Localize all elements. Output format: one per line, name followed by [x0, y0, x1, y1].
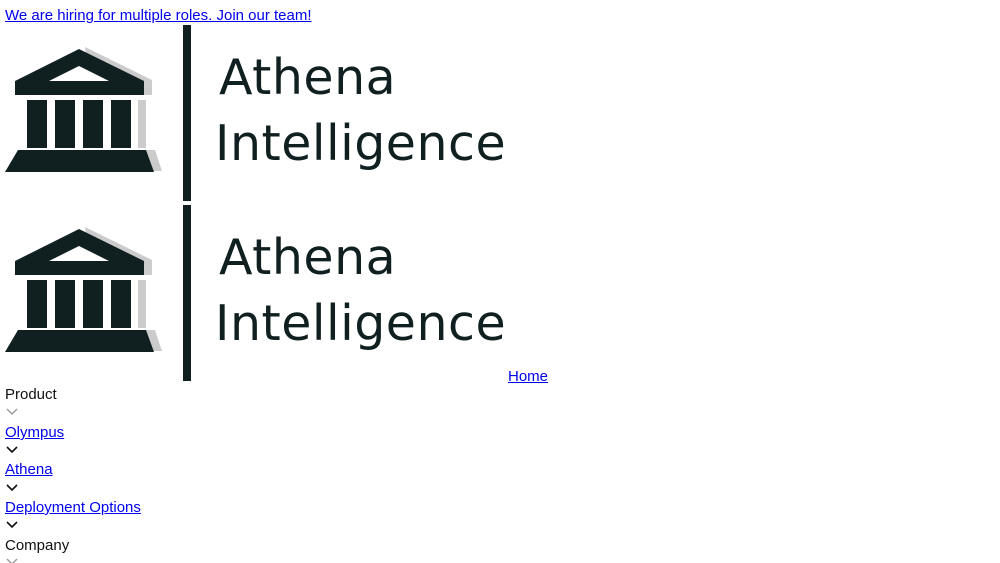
site-logo-secondary[interactable]: Athena Intelligence [5, 205, 507, 381]
nav-athena-link[interactable]: Athena [5, 461, 53, 479]
nav-olympus-link[interactable]: Olympus [5, 424, 64, 442]
logo-text-line1: Athena [219, 49, 397, 106]
nav-company[interactable]: Company [5, 537, 69, 555]
chevron-down-icon[interactable] [6, 521, 18, 529]
logo-text-line1: Athena [219, 229, 397, 286]
nav-home-link[interactable]: Home [508, 368, 548, 386]
nav-deployment-options-link[interactable]: Deployment Options [5, 499, 141, 517]
chevron-down-icon[interactable] [6, 484, 18, 492]
chevron-down-icon[interactable] [6, 408, 18, 416]
page: We are hiring for multiple roles. Join o… [0, 0, 1000, 563]
temple-icon [5, 25, 191, 201]
site-logo[interactable]: Athena Intelligence [5, 25, 507, 201]
chevron-down-icon[interactable] [6, 558, 18, 563]
nav-product[interactable]: Product [5, 386, 57, 404]
chevron-down-icon[interactable] [6, 446, 18, 454]
logo-text-line2: Intelligence [215, 115, 507, 172]
temple-icon [5, 205, 191, 381]
logo-text-line2: Intelligence [215, 295, 507, 352]
hiring-banner-link[interactable]: We are hiring for multiple roles. Join o… [5, 7, 312, 25]
